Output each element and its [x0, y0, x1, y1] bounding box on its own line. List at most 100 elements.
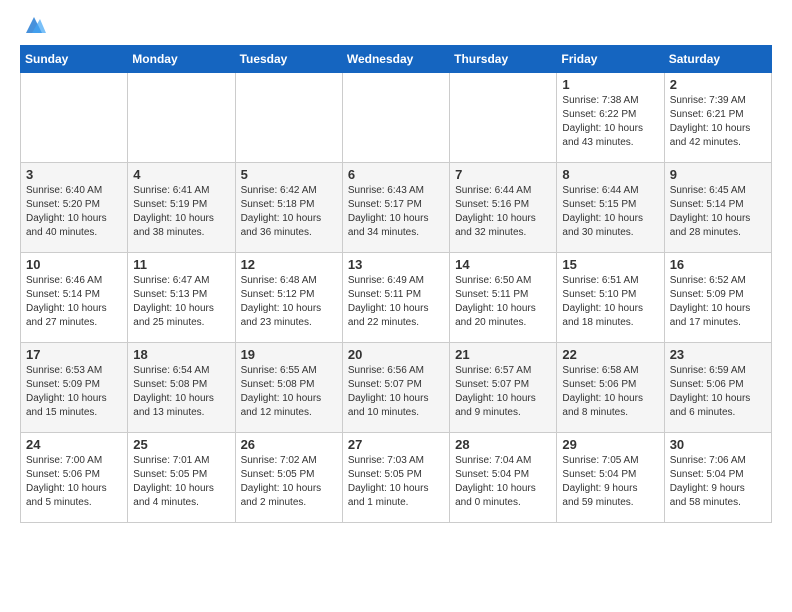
- calendar-day-cell: 21 Sunrise: 6:57 AM Sunset: 5:07 PM Dayli…: [450, 343, 557, 433]
- weekday-header-sunday: Sunday: [21, 46, 128, 73]
- day-info: Sunrise: 7:03 AM Sunset: 5:05 PM Dayligh…: [348, 455, 429, 508]
- calendar-day-cell: 6 Sunrise: 6:43 AM Sunset: 5:17 PM Daylig…: [342, 163, 449, 253]
- calendar-day-cell: 30 Sunrise: 7:06 AM Sunset: 5:04 PM Dayli…: [664, 433, 771, 523]
- day-number: 29: [562, 437, 658, 452]
- day-number: 10: [26, 257, 122, 272]
- day-number: 13: [348, 257, 444, 272]
- day-info: Sunrise: 6:50 AM Sunset: 5:11 PM Dayligh…: [455, 275, 536, 328]
- day-number: 14: [455, 257, 551, 272]
- day-number: 15: [562, 257, 658, 272]
- calendar-day-cell: 24 Sunrise: 7:00 AM Sunset: 5:06 PM Dayli…: [21, 433, 128, 523]
- calendar-day-cell: 20Sunrise: 6:56 AM Sunset: 5:07 PM Dayli…: [342, 343, 449, 433]
- day-info: Sunrise: 6:57 AM Sunset: 5:07 PM Dayligh…: [455, 365, 536, 418]
- calendar-week-row: 10 Sunrise: 6:46 AM Sunset: 5:14 PM Dayli…: [21, 253, 772, 343]
- calendar-day-cell: 5 Sunrise: 6:42 AM Sunset: 5:18 PM Daylig…: [235, 163, 342, 253]
- calendar-day-cell: 2 Sunrise: 7:39 AM Sunset: 6:21 PM Daylig…: [664, 73, 771, 163]
- calendar-day-cell: 19 Sunrise: 6:55 AM Sunset: 5:08 PM Dayli…: [235, 343, 342, 433]
- calendar-day-cell: [128, 73, 235, 163]
- day-number: 2: [670, 77, 766, 92]
- day-number: 24: [26, 437, 122, 452]
- logo: [20, 15, 46, 35]
- day-number: 28: [455, 437, 551, 452]
- calendar-day-cell: 13 Sunrise: 6:49 AM Sunset: 5:11 PM Dayli…: [342, 253, 449, 343]
- calendar-day-cell: 22 Sunrise: 6:58 AM Sunset: 5:06 PM Dayli…: [557, 343, 664, 433]
- day-number: 22: [562, 347, 658, 362]
- day-number: 18: [133, 347, 229, 362]
- day-info: Sunrise: 6:44 AM Sunset: 5:15 PM Dayligh…: [562, 185, 643, 238]
- calendar-day-cell: 15 Sunrise: 6:51 AM Sunset: 5:10 PM Dayli…: [557, 253, 664, 343]
- calendar-day-cell: [21, 73, 128, 163]
- day-number: 4: [133, 167, 229, 182]
- day-info: Sunrise: 6:56 AM Sunset: 5:07 PM Dayligh…: [348, 365, 429, 418]
- calendar-day-cell: 7 Sunrise: 6:44 AM Sunset: 5:16 PM Daylig…: [450, 163, 557, 253]
- day-number: 9: [670, 167, 766, 182]
- day-number: 3: [26, 167, 122, 182]
- day-info: Sunrise: 6:51 AM Sunset: 5:10 PM Dayligh…: [562, 275, 643, 328]
- day-info: Sunrise: 7:04 AM Sunset: 5:04 PM Dayligh…: [455, 455, 536, 508]
- calendar-day-cell: 28 Sunrise: 7:04 AM Sunset: 5:04 PM Dayli…: [450, 433, 557, 523]
- day-number: 19: [241, 347, 337, 362]
- calendar-day-cell: 16 Sunrise: 6:52 AM Sunset: 5:09 PM Dayli…: [664, 253, 771, 343]
- calendar-day-cell: 3 Sunrise: 6:40 AM Sunset: 5:20 PM Daylig…: [21, 163, 128, 253]
- day-number: 12: [241, 257, 337, 272]
- day-info: Sunrise: 6:49 AM Sunset: 5:11 PM Dayligh…: [348, 275, 429, 328]
- calendar-day-cell: 18Sunrise: 6:54 AM Sunset: 5:08 PM Dayli…: [128, 343, 235, 433]
- day-info: Sunrise: 7:38 AM Sunset: 6:22 PM Dayligh…: [562, 95, 643, 148]
- weekday-header-saturday: Saturday: [664, 46, 771, 73]
- day-info: Sunrise: 6:45 AM Sunset: 5:14 PM Dayligh…: [670, 185, 751, 238]
- day-number: 7: [455, 167, 551, 182]
- day-number: 23: [670, 347, 766, 362]
- day-info: Sunrise: 7:06 AM Sunset: 5:04 PM Dayligh…: [670, 455, 746, 508]
- day-info: Sunrise: 6:48 AM Sunset: 5:12 PM Dayligh…: [241, 275, 322, 328]
- calendar-day-cell: 14 Sunrise: 6:50 AM Sunset: 5:11 PM Dayli…: [450, 253, 557, 343]
- calendar-day-cell: 11Sunrise: 6:47 AM Sunset: 5:13 PM Dayli…: [128, 253, 235, 343]
- page-header: [20, 15, 772, 35]
- weekday-header-monday: Monday: [128, 46, 235, 73]
- logo-icon: [22, 15, 46, 35]
- day-number: 21: [455, 347, 551, 362]
- day-info: Sunrise: 6:41 AM Sunset: 5:19 PM Dayligh…: [133, 185, 214, 238]
- calendar-day-cell: 12 Sunrise: 6:48 AM Sunset: 5:12 PM Dayli…: [235, 253, 342, 343]
- day-number: 6: [348, 167, 444, 182]
- calendar-table: SundayMondayTuesdayWednesdayThursdayFrid…: [20, 45, 772, 523]
- day-info: Sunrise: 7:39 AM Sunset: 6:21 PM Dayligh…: [670, 95, 751, 148]
- day-number: 26: [241, 437, 337, 452]
- day-number: 25: [133, 437, 229, 452]
- day-info: Sunrise: 6:52 AM Sunset: 5:09 PM Dayligh…: [670, 275, 751, 328]
- calendar-day-cell: 23Sunrise: 6:59 AM Sunset: 5:06 PM Dayli…: [664, 343, 771, 433]
- calendar-day-cell: [235, 73, 342, 163]
- day-info: Sunrise: 6:47 AM Sunset: 5:13 PM Dayligh…: [133, 275, 214, 328]
- calendar-day-cell: [342, 73, 449, 163]
- day-number: 16: [670, 257, 766, 272]
- day-number: 27: [348, 437, 444, 452]
- day-number: 30: [670, 437, 766, 452]
- weekday-header-tuesday: Tuesday: [235, 46, 342, 73]
- day-info: Sunrise: 7:02 AM Sunset: 5:05 PM Dayligh…: [241, 455, 322, 508]
- weekday-header-thursday: Thursday: [450, 46, 557, 73]
- day-info: Sunrise: 6:44 AM Sunset: 5:16 PM Dayligh…: [455, 185, 536, 238]
- calendar-week-row: 1Sunrise: 7:38 AM Sunset: 6:22 PM Daylig…: [21, 73, 772, 163]
- calendar-day-cell: 26 Sunrise: 7:02 AM Sunset: 5:05 PM Dayli…: [235, 433, 342, 523]
- day-info: Sunrise: 6:58 AM Sunset: 5:06 PM Dayligh…: [562, 365, 643, 418]
- calendar-week-row: 24 Sunrise: 7:00 AM Sunset: 5:06 PM Dayli…: [21, 433, 772, 523]
- day-number: 8: [562, 167, 658, 182]
- day-info: Sunrise: 6:53 AM Sunset: 5:09 PM Dayligh…: [26, 365, 107, 418]
- calendar-week-row: 17 Sunrise: 6:53 AM Sunset: 5:09 PM Dayli…: [21, 343, 772, 433]
- calendar-day-cell: 8 Sunrise: 6:44 AM Sunset: 5:15 PM Daylig…: [557, 163, 664, 253]
- day-info: Sunrise: 6:42 AM Sunset: 5:18 PM Dayligh…: [241, 185, 322, 238]
- day-number: 5: [241, 167, 337, 182]
- day-info: Sunrise: 7:01 AM Sunset: 5:05 PM Dayligh…: [133, 455, 214, 508]
- day-number: 17: [26, 347, 122, 362]
- day-info: Sunrise: 6:46 AM Sunset: 5:14 PM Dayligh…: [26, 275, 107, 328]
- calendar-day-cell: 10 Sunrise: 6:46 AM Sunset: 5:14 PM Dayli…: [21, 253, 128, 343]
- day-info: Sunrise: 6:55 AM Sunset: 5:08 PM Dayligh…: [241, 365, 322, 418]
- weekday-header-wednesday: Wednesday: [342, 46, 449, 73]
- calendar-day-cell: 27 Sunrise: 7:03 AM Sunset: 5:05 PM Dayli…: [342, 433, 449, 523]
- day-info: Sunrise: 6:43 AM Sunset: 5:17 PM Dayligh…: [348, 185, 429, 238]
- calendar-day-cell: 17 Sunrise: 6:53 AM Sunset: 5:09 PM Dayli…: [21, 343, 128, 433]
- calendar-day-cell: 9 Sunrise: 6:45 AM Sunset: 5:14 PM Daylig…: [664, 163, 771, 253]
- day-info: Sunrise: 7:00 AM Sunset: 5:06 PM Dayligh…: [26, 455, 107, 508]
- calendar-day-cell: 25 Sunrise: 7:01 AM Sunset: 5:05 PM Dayli…: [128, 433, 235, 523]
- day-info: Sunrise: 6:40 AM Sunset: 5:20 PM Dayligh…: [26, 185, 107, 238]
- calendar-day-cell: 1Sunrise: 7:38 AM Sunset: 6:22 PM Daylig…: [557, 73, 664, 163]
